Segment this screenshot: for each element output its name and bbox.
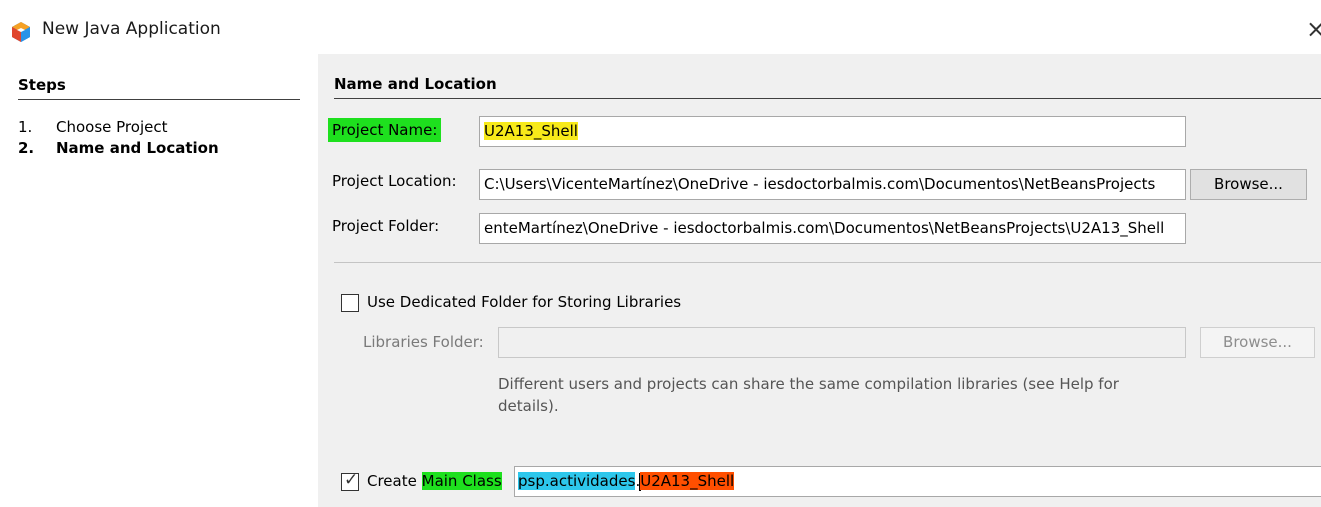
step-number: 2. (18, 139, 35, 157)
netbeans-cube-icon (12, 22, 30, 42)
main-class-input[interactable]: psp.actividades.U2A13_Shell (514, 466, 1321, 497)
libraries-folder-input[interactable] (498, 327, 1186, 358)
window-title: New Java Application (42, 19, 221, 39)
separator (334, 262, 1321, 263)
project-location-input[interactable]: C:\Users\VicenteMartínez\OneDrive - iesd… (479, 169, 1186, 200)
main-class-label: Main Class (421, 472, 502, 490)
title-bar: New Java Application × (0, 0, 1321, 60)
main-class-name: U2A13_Shell (640, 472, 735, 490)
step-number: 1. (18, 118, 33, 136)
step-label: Choose Project (56, 118, 168, 136)
project-location-label: Project Location: (332, 172, 457, 190)
dedicated-folder-checkbox[interactable] (341, 294, 359, 312)
libraries-folder-label: Libraries Folder: (363, 333, 484, 351)
libraries-browse-button[interactable]: Browse... (1200, 327, 1315, 358)
project-folder-input[interactable]: enteMartínez\OneDrive - iesdoctorbalmis.… (479, 213, 1186, 244)
section-title: Name and Location (334, 75, 1321, 99)
checkmark-icon: ✓ (344, 470, 359, 490)
project-folder-label: Project Folder: (332, 217, 440, 235)
close-icon[interactable]: × (1306, 14, 1321, 44)
steps-header: Steps (18, 76, 300, 100)
create-main-class-checkbox[interactable]: ✓ (341, 470, 359, 491)
project-folder-value: enteMartínez\OneDrive - iesdoctorbalmis.… (484, 219, 1165, 237)
main-class-package: psp.actividades (518, 472, 636, 490)
step-label: Name and Location (56, 139, 219, 157)
steps-panel: Steps 1. Choose Project 2. Name and Locati… (0, 60, 318, 507)
project-name-value: U2A13_Shell (484, 122, 578, 140)
create-main-class-label[interactable]: Create Main Class (367, 472, 502, 490)
create-label: Create (367, 472, 417, 490)
step-name-and-location: 2. Name and Location (18, 139, 219, 157)
project-name-label: Project Name: (328, 118, 442, 142)
browse-button[interactable]: Browse... (1190, 169, 1307, 200)
step-choose-project: 1. Choose Project (18, 118, 167, 136)
dedicated-folder-label[interactable]: Use Dedicated Folder for Storing Librari… (367, 293, 681, 311)
project-name-input[interactable]: U2A13_Shell (479, 116, 1186, 147)
libraries-help-text: Different users and projects can share t… (498, 375, 1119, 415)
content-panel: Name and Location Project Name: U2A13_Sh… (318, 54, 1321, 507)
